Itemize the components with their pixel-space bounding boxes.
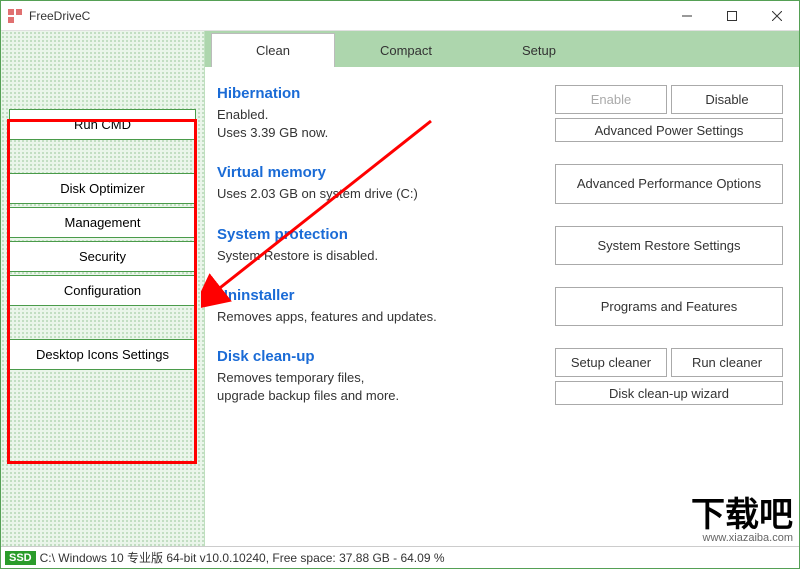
section-title: Disk clean-up xyxy=(217,348,545,365)
section-disk-cleanup: Disk clean-up Removes temporary files, u… xyxy=(217,348,783,405)
enable-button[interactable]: Enable xyxy=(555,85,667,114)
tabs: Clean Compact Setup xyxy=(205,31,799,67)
tab-setup[interactable]: Setup xyxy=(477,33,601,67)
advanced-power-settings-button[interactable]: Advanced Power Settings xyxy=(555,118,783,142)
ssd-badge: SSD xyxy=(5,551,36,565)
status-text: C:\ Windows 10 专业版 64-bit v10.0.10240, F… xyxy=(40,549,445,566)
sidebar-item-desktop-icons[interactable]: Desktop Icons Settings xyxy=(9,339,196,370)
advanced-performance-options-button[interactable]: Advanced Performance Options xyxy=(555,164,783,203)
setup-cleaner-button[interactable]: Setup cleaner xyxy=(555,348,667,377)
section-title: Hibernation xyxy=(217,85,545,102)
app-title: FreeDriveC xyxy=(29,9,664,23)
app-icon xyxy=(7,8,23,24)
disable-button[interactable]: Disable xyxy=(671,85,783,114)
section-hibernation: Hibernation Enabled. Uses 3.39 GB now. E… xyxy=(217,85,783,142)
disk-cleanup-wizard-button[interactable]: Disk clean-up wizard xyxy=(555,381,783,405)
sidebar-item-configuration[interactable]: Configuration xyxy=(9,275,196,306)
section-desc: System Restore is disabled. xyxy=(217,247,545,265)
tab-compact[interactable]: Compact xyxy=(335,33,477,67)
section-title: Uninstaller xyxy=(217,287,545,304)
tab-clean[interactable]: Clean xyxy=(211,33,335,67)
sidebar-item-run-cmd[interactable]: Run CMD xyxy=(9,109,196,140)
window-controls xyxy=(664,1,799,31)
titlebar: FreeDriveC xyxy=(1,1,799,31)
section-desc-line: Enabled. xyxy=(217,106,545,124)
section-desc-line: Uses 3.39 GB now. xyxy=(217,124,545,142)
sidebar: Run CMD Disk Optimizer Management Securi… xyxy=(1,31,205,546)
sidebar-item-disk-optimizer[interactable]: Disk Optimizer xyxy=(9,173,196,204)
statusbar: SSD C:\ Windows 10 专业版 64-bit v10.0.1024… xyxy=(1,546,799,568)
section-title: Virtual memory xyxy=(217,164,545,181)
run-cleaner-button[interactable]: Run cleaner xyxy=(671,348,783,377)
section-desc-line: upgrade backup files and more. xyxy=(217,387,545,405)
programs-and-features-button[interactable]: Programs and Features xyxy=(555,287,783,326)
close-button[interactable] xyxy=(754,1,799,31)
section-title: System protection xyxy=(217,226,545,243)
app-window: FreeDriveC Run CMD Disk Optimizer Manage… xyxy=(0,0,800,569)
section-uninstaller: Uninstaller Removes apps, features and u… xyxy=(217,287,783,326)
maximize-button[interactable] xyxy=(709,1,754,31)
sidebar-item-security[interactable]: Security xyxy=(9,241,196,272)
sidebar-item-management[interactable]: Management xyxy=(9,207,196,238)
section-virtual-memory: Virtual memory Uses 2.03 GB on system dr… xyxy=(217,164,783,203)
section-desc: Uses 2.03 GB on system drive (C:) xyxy=(217,185,545,203)
section-desc: Removes apps, features and updates. xyxy=(217,308,545,326)
section-desc-line: Removes temporary files, xyxy=(217,369,545,387)
system-restore-settings-button[interactable]: System Restore Settings xyxy=(555,226,783,265)
tab-content: Hibernation Enabled. Uses 3.39 GB now. E… xyxy=(205,67,799,546)
section-system-protection: System protection System Restore is disa… xyxy=(217,226,783,265)
minimize-button[interactable] xyxy=(664,1,709,31)
